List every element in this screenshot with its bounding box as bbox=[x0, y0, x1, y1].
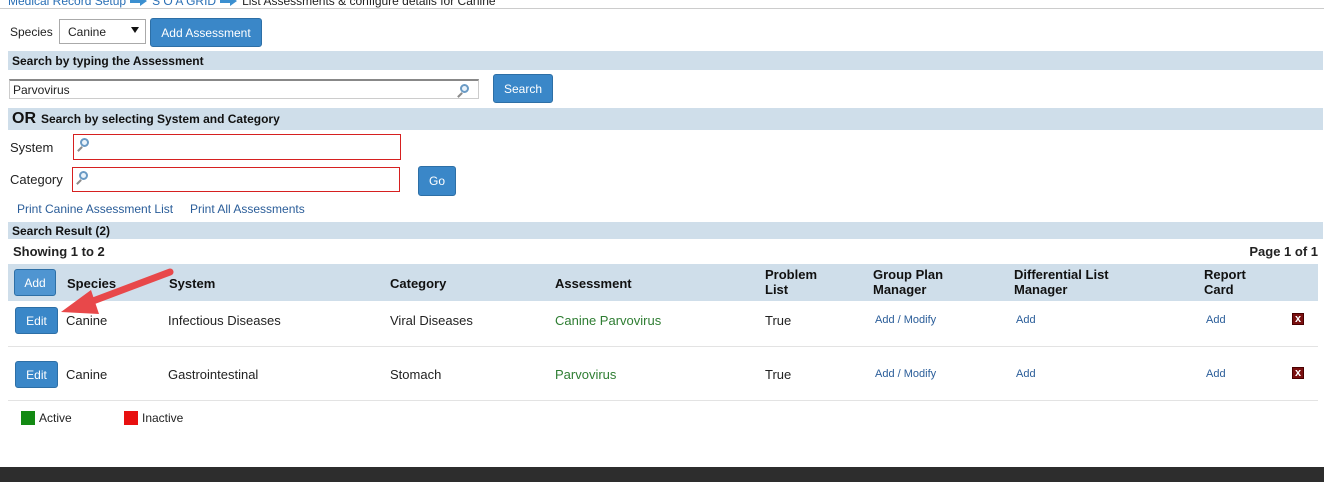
assessment-search-input[interactable]: Parvovirus bbox=[9, 79, 479, 99]
species-selected-value: Canine bbox=[68, 24, 107, 39]
or-section-title: Search by selecting System and Category bbox=[41, 112, 280, 126]
search-icon bbox=[80, 138, 89, 147]
row-divider bbox=[8, 400, 1318, 401]
col-problem-list-line1: Problem bbox=[765, 267, 818, 282]
col-differential-line1: Differential List bbox=[1014, 267, 1109, 282]
breadcrumb-arrow-icon bbox=[220, 0, 238, 6]
breadcrumb-arrow-icon bbox=[130, 0, 148, 6]
category-input[interactable] bbox=[72, 167, 400, 192]
breadcrumb-current: List Assessments & configure details for… bbox=[242, 0, 496, 8]
report-card-add-link[interactable]: Add bbox=[1206, 368, 1226, 380]
row-assessment-link[interactable]: Parvovirus bbox=[555, 367, 616, 382]
or-label: OR bbox=[12, 110, 36, 127]
add-row-button[interactable]: Add bbox=[14, 269, 56, 296]
chevron-down-icon bbox=[131, 27, 139, 33]
col-group-plan-line2: Manager bbox=[873, 282, 927, 297]
system-input[interactable] bbox=[73, 134, 401, 160]
go-button[interactable]: Go bbox=[418, 166, 456, 196]
add-assessment-button[interactable]: Add Assessment bbox=[150, 18, 262, 47]
col-report-card-line2: Card bbox=[1204, 282, 1234, 297]
species-select[interactable]: Canine bbox=[59, 19, 146, 44]
system-label: System bbox=[10, 140, 54, 155]
row-category: Viral Diseases bbox=[390, 313, 473, 328]
red-arrow-annotation-icon bbox=[61, 268, 174, 314]
print-all-link[interactable]: Print All Assessments bbox=[190, 202, 305, 216]
row-divider bbox=[8, 346, 1318, 347]
search-section-header: Search by typing the Assessment bbox=[8, 51, 1323, 70]
row-problem-list: True bbox=[765, 367, 792, 382]
differential-add-link[interactable]: Add bbox=[1016, 368, 1036, 380]
legend-inactive-label: Inactive bbox=[142, 411, 184, 425]
species-label: Species bbox=[10, 25, 53, 39]
col-report-card-line1: Report bbox=[1204, 267, 1246, 282]
breadcrumb-medical-record-setup[interactable]: Medical Record Setup bbox=[8, 0, 126, 8]
delete-icon[interactable]: x bbox=[1292, 367, 1304, 379]
row-problem-list: True bbox=[765, 313, 792, 328]
legend-active-label: Active bbox=[39, 411, 72, 425]
col-group-plan-manager: Group Plan Manager bbox=[873, 267, 943, 297]
row-species: Canine bbox=[66, 367, 108, 382]
print-species-list-link[interactable]: Print Canine Assessment List bbox=[17, 202, 173, 216]
differential-add-link[interactable]: Add bbox=[1016, 314, 1036, 326]
search-icon bbox=[460, 84, 469, 93]
report-card-add-link[interactable]: Add bbox=[1206, 314, 1226, 326]
results-header: Search Result (2) bbox=[8, 222, 1323, 239]
col-differential-line2: Manager bbox=[1014, 282, 1068, 297]
page-indicator: Page 1 of 1 bbox=[1249, 244, 1318, 259]
row-system: Gastrointestinal bbox=[168, 367, 259, 382]
legend-inactive-swatch bbox=[124, 411, 138, 425]
category-label: Category bbox=[10, 172, 63, 187]
page-footer bbox=[0, 467, 1324, 482]
col-report-card: Report Card bbox=[1204, 267, 1246, 297]
edit-button[interactable]: Edit bbox=[15, 307, 58, 334]
header-divider bbox=[0, 8, 1324, 9]
col-problem-list: Problem List bbox=[765, 267, 817, 297]
legend-active-swatch bbox=[21, 411, 35, 425]
or-section-header: OR Search by selecting System and Catego… bbox=[8, 108, 1323, 130]
group-plan-add-modify-link[interactable]: Add / Modify bbox=[875, 314, 936, 326]
showing-count: Showing 1 to 2 bbox=[13, 244, 105, 259]
row-assessment-link[interactable]: Canine Parvovirus bbox=[555, 313, 661, 328]
search-button[interactable]: Search bbox=[493, 74, 553, 103]
breadcrumb: Medical Record Setup S O A GRID List Ass… bbox=[8, 0, 496, 8]
search-icon bbox=[79, 171, 88, 180]
col-assessment: Assessment bbox=[555, 276, 632, 291]
col-group-plan-line1: Group Plan bbox=[873, 267, 944, 282]
edit-button[interactable]: Edit bbox=[15, 361, 58, 388]
breadcrumb-soa-grid[interactable]: S O A GRID bbox=[152, 0, 216, 8]
assessment-search-value: Parvovirus bbox=[13, 82, 70, 97]
row-category: Stomach bbox=[390, 367, 442, 382]
delete-icon[interactable]: x bbox=[1292, 313, 1304, 325]
col-category: Category bbox=[390, 276, 447, 291]
group-plan-add-modify-link[interactable]: Add / Modify bbox=[875, 368, 936, 380]
col-problem-list-line2: List bbox=[765, 282, 789, 297]
col-differential-list-manager: Differential List Manager bbox=[1014, 267, 1109, 297]
